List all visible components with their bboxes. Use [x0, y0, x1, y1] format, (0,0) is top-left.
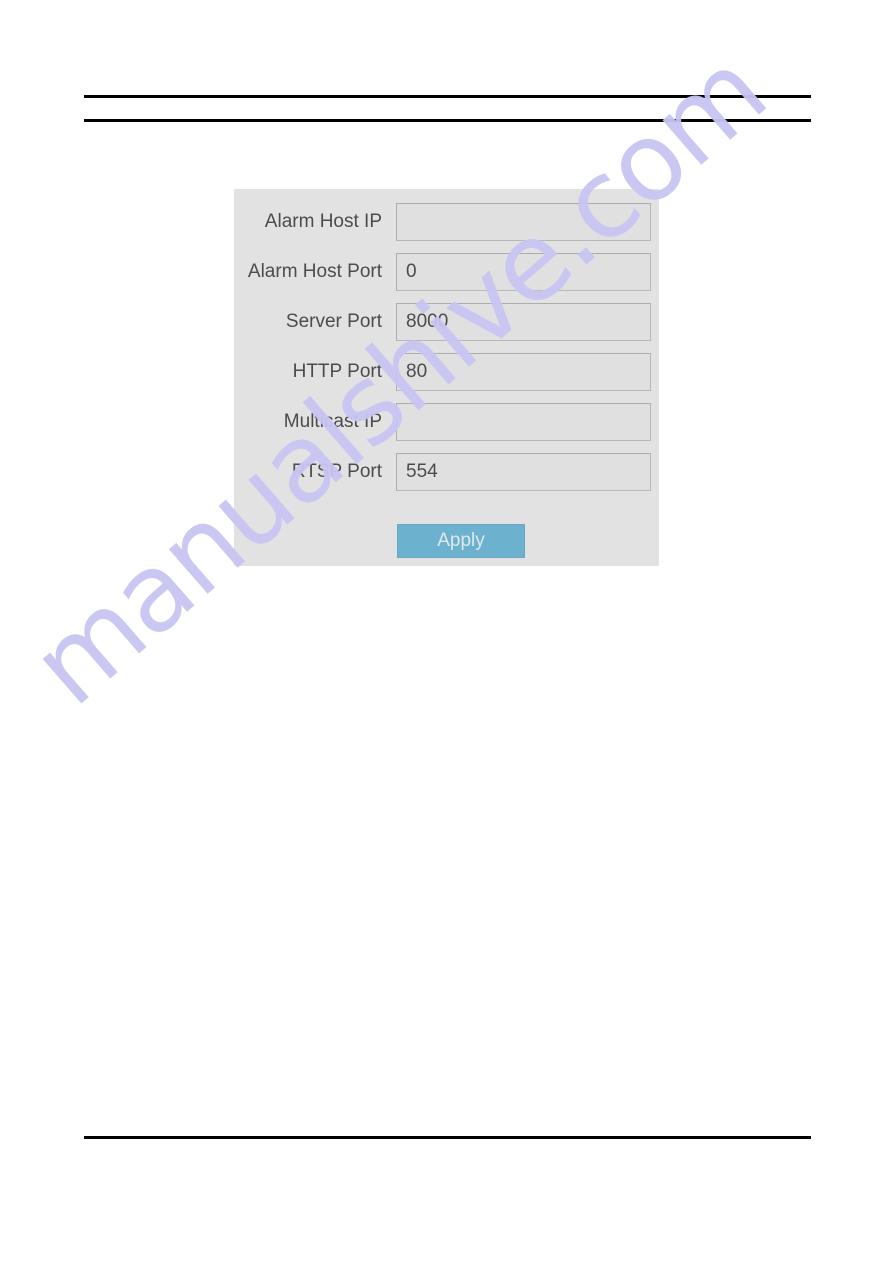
form-row-http-port: HTTP Port 80 [234, 353, 659, 391]
input-alarm-host-ip-value [406, 204, 644, 240]
label-http-port: HTTP Port [292, 361, 382, 382]
label-rtsp-port: RTSP Port [291, 461, 382, 482]
input-multicast-ip-value [406, 404, 644, 440]
input-alarm-host-port[interactable]: 0 [396, 253, 651, 291]
input-rtsp-port[interactable]: 554 [396, 453, 651, 491]
header-rule-bottom [84, 119, 811, 122]
form-row-multicast-ip: Multicast IP [234, 403, 659, 441]
form-row-alarm-host-port: Alarm Host Port 0 [234, 253, 659, 291]
label-multicast-ip: Multicast IP [283, 411, 382, 432]
label-alarm-host-ip: Alarm Host IP [264, 211, 382, 232]
header-band [84, 98, 811, 119]
form-row-server-port: Server Port 8000 [234, 303, 659, 341]
document-page: Alarm Host IP Alarm Host Port 0 Server P… [0, 0, 893, 1263]
input-alarm-host-ip[interactable] [396, 203, 651, 241]
input-http-port[interactable]: 80 [396, 353, 651, 391]
input-multicast-ip[interactable] [396, 403, 651, 441]
footer-rule [84, 1136, 811, 1139]
apply-button[interactable]: Apply [397, 524, 525, 558]
form-row-alarm-host-ip: Alarm Host IP [234, 203, 659, 241]
network-settings-panel: Alarm Host IP Alarm Host Port 0 Server P… [234, 189, 659, 566]
input-rtsp-port-value: 554 [406, 461, 438, 482]
input-server-port[interactable]: 8000 [396, 303, 651, 341]
input-server-port-value: 8000 [406, 311, 449, 332]
input-alarm-host-port-value: 0 [406, 261, 417, 282]
form-row-rtsp-port: RTSP Port 554 [234, 453, 659, 491]
label-server-port: Server Port [285, 311, 382, 332]
input-http-port-value: 80 [406, 361, 428, 382]
label-alarm-host-port: Alarm Host Port [247, 261, 382, 282]
